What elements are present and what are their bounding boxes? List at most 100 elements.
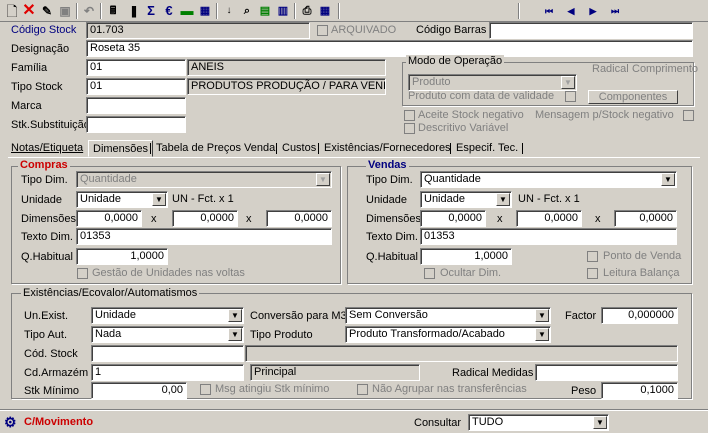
tab-separators xyxy=(276,143,277,154)
last-record-icon[interactable]: ⏭ xyxy=(606,2,624,20)
spreadsheet-icon[interactable]: ▦ xyxy=(316,2,334,20)
marca-label: Marca xyxy=(11,100,42,112)
calculator-icon[interactable]: 🖩 xyxy=(104,2,122,20)
stk-substituicao-field[interactable] xyxy=(86,116,186,133)
consultar-value: TUDO xyxy=(472,416,504,428)
tipo-aut-select[interactable]: Nada ▼ xyxy=(91,326,244,343)
tab-existencias[interactable]: Existências/Fornecedores xyxy=(324,142,451,155)
tab-tabela-precos[interactable]: Tabela de Preços Venda xyxy=(156,142,275,155)
factor-field[interactable]: 0,000000 xyxy=(601,307,678,324)
chevron-down-icon[interactable]: ▼ xyxy=(535,328,549,341)
sort-icon[interactable]: ↓ xyxy=(220,2,238,20)
delete-icon[interactable]: ✕ xyxy=(20,2,38,20)
msg-checkbox[interactable] xyxy=(200,384,211,395)
reports-icon[interactable]: ▥ xyxy=(274,2,292,20)
vendas-dim2-field[interactable]: 0,0000 xyxy=(516,210,582,227)
vendas-texto-dim-label: Texto Dim. xyxy=(366,231,418,243)
marca-field[interactable] xyxy=(86,97,186,114)
stk-minimo-field[interactable]: 0,00 xyxy=(91,382,187,399)
prev-record-icon[interactable]: ◀ xyxy=(562,2,580,20)
vendas-texto-dim-field[interactable]: 01353 xyxy=(420,228,677,245)
codigo-stock-field[interactable]: 01.703 xyxy=(86,22,310,39)
tab-dimensoes[interactable]: Dimensões xyxy=(88,140,154,157)
tipo-produto-select[interactable]: Produto Transformado/Acabado ▼ xyxy=(345,326,551,343)
movimento-status: C/Movimento xyxy=(24,416,94,428)
cd-armazem-field[interactable]: 1 xyxy=(91,364,244,381)
toolbar-separator xyxy=(76,3,78,19)
compras-dim3-field[interactable]: 0,0000 xyxy=(266,210,332,227)
tipo-aut-value: Nada xyxy=(95,328,122,340)
mensagem-checkbox[interactable] xyxy=(683,110,694,121)
ocultar-checkbox[interactable] xyxy=(424,268,435,279)
gestao-checkbox[interactable] xyxy=(77,268,88,279)
cod-stock-desc-field xyxy=(245,345,678,362)
save-icon[interactable]: ▣ xyxy=(56,2,74,20)
vendas-tipo-dim-select[interactable]: Quantidade ▼ xyxy=(420,171,677,188)
componentes-button[interactable]: Componentes xyxy=(588,90,678,104)
armazem-desc-field: Principal xyxy=(250,364,420,381)
compras-x1-label: x xyxy=(151,213,157,225)
first-record-icon[interactable]: ⏮ xyxy=(540,2,558,20)
tab-custos[interactable]: Custos xyxy=(282,142,316,155)
next-record-icon[interactable]: ▶ xyxy=(584,2,602,20)
cod-stock-field[interactable] xyxy=(91,345,244,362)
compras-tipo-dim-select[interactable]: Quantidade ▼ xyxy=(76,171,332,188)
vendas-unidade-value: Unidade xyxy=(424,193,465,205)
un-exist-label: Un.Exist. xyxy=(24,310,69,322)
descritivo-checkbox[interactable] xyxy=(404,123,415,134)
compras-dim2-field[interactable]: 0,0000 xyxy=(172,210,238,227)
consultar-select[interactable]: TUDO ▼ xyxy=(468,414,609,431)
print-icon[interactable]: ⎙ xyxy=(298,2,316,20)
undo-icon[interactable]: ↶ xyxy=(80,2,98,20)
chevron-down-icon[interactable]: ▼ xyxy=(152,193,166,206)
barcode-icon[interactable]: ||| xyxy=(124,2,142,20)
chart-icon[interactable]: ▤ xyxy=(256,2,274,20)
ponto-venda-checkbox[interactable] xyxy=(587,251,598,262)
peso-field[interactable]: 0,1000 xyxy=(601,382,678,399)
binoculars-icon[interactable]: ⌕ xyxy=(238,2,256,20)
leitura-checkbox[interactable] xyxy=(587,268,598,279)
familia-code-field[interactable]: 01 xyxy=(86,59,186,76)
edit-icon[interactable]: ✎ xyxy=(38,2,56,20)
vendas-unidade-select[interactable]: Unidade ▼ xyxy=(420,191,512,208)
chevron-down-icon[interactable]: ▼ xyxy=(228,328,242,341)
chevron-down-icon[interactable]: ▼ xyxy=(228,309,242,322)
codigo-barras-field[interactable] xyxy=(489,22,693,39)
un-exist-select[interactable]: Unidade ▼ xyxy=(91,307,244,324)
modo-operacao-select[interactable]: Produto ▼ xyxy=(408,74,577,91)
euro-icon[interactable]: € xyxy=(160,2,178,20)
tipo-stock-code-field[interactable]: 01 xyxy=(86,78,186,95)
tab-notas-etiqueta[interactable]: Notas/Etiqueta xyxy=(11,142,83,155)
compras-texto-dim-field[interactable]: 01353 xyxy=(76,228,332,245)
validade-checkbox[interactable] xyxy=(565,91,576,102)
conversao-select[interactable]: Sem Conversão ▼ xyxy=(345,307,551,324)
vendas-tipo-dim-label: Tipo Dim. xyxy=(366,174,413,186)
chevron-down-icon[interactable]: ▼ xyxy=(593,416,607,429)
vendas-dim1-field[interactable]: 0,0000 xyxy=(420,210,486,227)
chevron-down-icon[interactable]: ▼ xyxy=(661,173,675,186)
vendas-dim3-field[interactable]: 0,0000 xyxy=(614,210,677,227)
sum-icon[interactable]: Σ xyxy=(142,2,160,20)
designacao-field[interactable]: Roseta 35 xyxy=(86,40,693,57)
vendas-x1-label: x xyxy=(497,213,503,225)
tab-especif-tec[interactable]: Especif. Tec. xyxy=(456,142,518,155)
nao-agrupar-checkbox[interactable] xyxy=(357,384,368,395)
image-icon[interactable]: ▦ xyxy=(196,2,214,20)
toolbar: 🗋 ✕ ✎ ▣ ↶ 🖩 ||| Σ € ▬ ▦ ↓ ⌕ ▤ ▥ ⎙ ▦ ⏮ ◀ … xyxy=(0,0,708,22)
radical-medidas-field[interactable] xyxy=(535,364,678,381)
chevron-down-icon[interactable]: ▼ xyxy=(561,76,575,89)
new-document-icon[interactable]: 🗋 xyxy=(3,2,21,20)
compras-unidade-select[interactable]: Unidade ▼ xyxy=(76,191,168,208)
vendas-qhabitual-field[interactable]: 1,0000 xyxy=(420,248,512,265)
chevron-down-icon[interactable]: ▼ xyxy=(316,173,330,186)
compras-qhabitual-field[interactable]: 1,0000 xyxy=(76,248,168,265)
chevron-down-icon[interactable]: ▼ xyxy=(535,309,549,322)
aceite-checkbox[interactable] xyxy=(404,110,415,121)
brush-icon[interactable]: ▬ xyxy=(178,2,196,20)
compras-dim1-field[interactable]: 0,0000 xyxy=(76,210,142,227)
chevron-down-icon[interactable]: ▼ xyxy=(496,193,510,206)
toolbar-separator xyxy=(518,3,520,19)
msg-label: Msg atingiu Stk mínimo xyxy=(215,383,330,395)
arquivado-checkbox[interactable] xyxy=(317,25,328,36)
tipo-produto-value: Produto Transformado/Acabado xyxy=(349,328,505,340)
